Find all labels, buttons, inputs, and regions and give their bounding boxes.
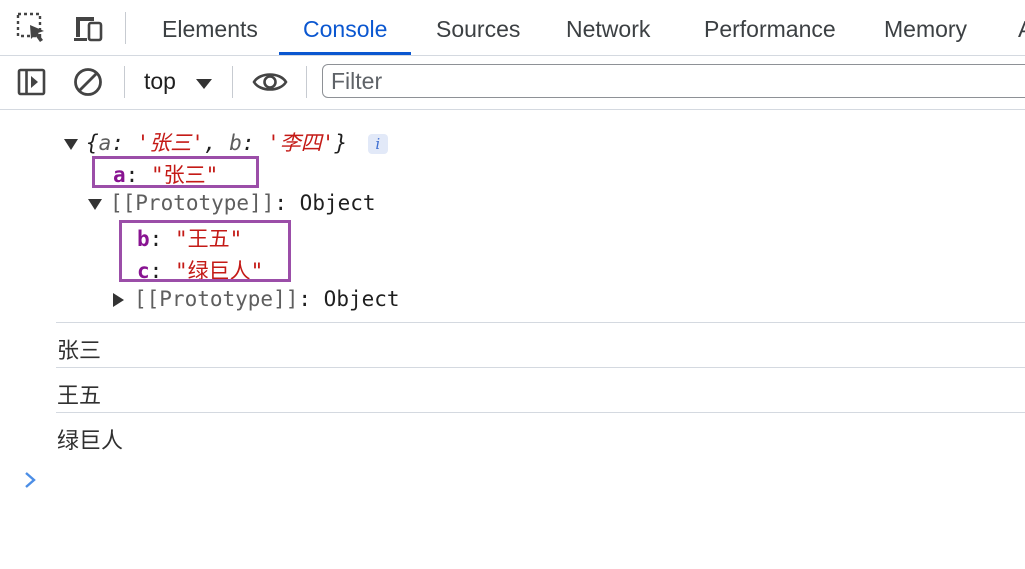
info-icon[interactable]: i [367,134,388,154]
highlight-box-prototype-properties [119,220,291,282]
device-toolbar-icon[interactable] [72,12,106,46]
prototype-row[interactable]: [[Prototype]]: Object [88,191,376,215]
prototype-label: [[Prototype]] [134,287,299,311]
devtools-tabbar: Elements Console Sources Network Perform… [0,0,1025,56]
toolbar-divider [124,66,125,98]
context-selector-label[interactable]: top [144,68,176,95]
expand-caret-icon[interactable] [64,138,78,150]
console-toolbar: top [0,56,1025,110]
prompt-chevron-icon[interactable] [22,470,38,494]
tab-memory[interactable]: Memory [884,0,967,55]
tab-network[interactable]: Network [566,0,650,55]
log-message: 张三 [57,339,102,364]
log-message: 绿巨人 [57,429,124,454]
prototype-label: [[Prototype]] [110,191,275,215]
filter-input[interactable] [323,65,1025,97]
expand-caret-icon[interactable] [88,198,102,210]
sidebar-toggle-icon[interactable] [15,65,49,99]
tab-overflow[interactable]: A [1018,0,1025,55]
toolbar-divider-3 [306,66,307,98]
toolbar-divider-2 [232,66,233,98]
object-brace: } [334,131,348,155]
object-brace: { [86,131,99,155]
collapse-caret-icon[interactable] [113,293,124,307]
filter-input-wrapper[interactable] [322,64,1025,98]
log-separator [56,322,1025,323]
preview-key: a [98,131,112,155]
tabbar-divider [125,12,126,44]
object-preview-row[interactable]: {a: '张三', b: '李四'} i [64,127,388,157]
prototype-type: Object [299,191,376,215]
tab-console[interactable]: Console [278,0,412,55]
dropdown-caret-icon[interactable] [195,75,213,94]
log-separator [56,367,1025,368]
live-expression-eye-icon[interactable] [252,65,288,99]
inspect-element-icon[interactable] [16,12,50,46]
highlight-box-own-property [92,156,259,188]
preview-value: '李四' [267,131,335,155]
nested-prototype-row[interactable]: [[Prototype]]: Object [113,287,400,311]
preview-comma: , [203,131,230,155]
log-separator [56,412,1025,413]
tab-elements[interactable]: Elements [162,0,258,55]
clear-console-icon[interactable] [71,65,105,99]
preview-key: b [229,131,242,155]
preview-value: '张三' [136,131,204,155]
tab-sources[interactable]: Sources [436,0,520,55]
prototype-type: Object [323,287,400,311]
tab-performance[interactable]: Performance [704,0,836,55]
log-message: 王五 [57,384,102,409]
